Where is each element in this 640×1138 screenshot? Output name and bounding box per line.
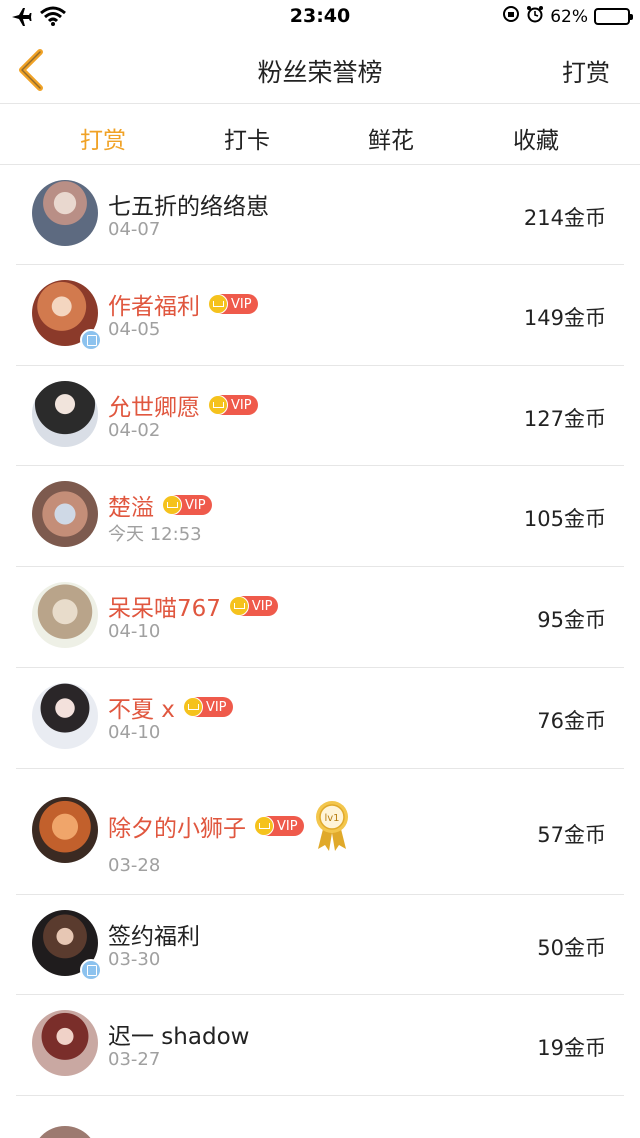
vip-badge: VIP — [208, 294, 258, 314]
coin-amount: 105金币 — [523, 507, 606, 531]
tab-bar: 打赏 打卡 鲜花 收藏 — [0, 105, 640, 165]
vip-badge: VIP — [182, 697, 233, 717]
nav-bar: 粉丝荣誉榜 打赏 — [0, 36, 640, 104]
tab-tip[interactable]: 打赏 — [53, 121, 153, 155]
user-name[interactable]: 不夏 x — [108, 690, 175, 724]
crown-icon — [182, 697, 203, 717]
tip-button[interactable]: 打赏 — [562, 53, 610, 88]
level-medal-icon: lv1 — [314, 799, 350, 853]
avatar[interactable] — [32, 683, 98, 749]
level-label: lv1 — [324, 813, 339, 824]
vip-label: VIP — [205, 699, 227, 715]
coin-amount: 127金币 — [523, 407, 606, 431]
user-name[interactable]: 允世卿愿 — [108, 388, 200, 422]
tab-flowers[interactable]: 鲜花 — [341, 121, 441, 155]
vip-badge: VIP — [162, 495, 212, 515]
tab-favorites[interactable]: 收藏 — [486, 121, 586, 155]
user-name[interactable]: 签约福利 — [108, 917, 200, 951]
date: 03-28 — [108, 855, 161, 876]
user-name[interactable]: 楚溢 — [108, 488, 154, 522]
tab-checkin[interactable]: 打卡 — [197, 121, 297, 155]
date: 04-10 — [108, 722, 161, 743]
coin-amount: 19金币 — [537, 1036, 606, 1060]
coin-amount: 76金币 — [537, 709, 606, 733]
date: 03-30 — [108, 949, 161, 970]
rotation-lock-icon — [502, 5, 520, 28]
date: 04-05 — [108, 319, 161, 340]
page-title: 粉丝荣誉榜 — [257, 58, 383, 87]
coin-amount: 50金币 — [537, 936, 606, 960]
list-item[interactable]: 允世卿愿 VIP 04-02 127金币 — [16, 366, 624, 466]
avatar[interactable] — [32, 1010, 98, 1076]
list-item-partial[interactable] — [16, 1096, 624, 1138]
list-item[interactable]: 七五折的络络崽 04-07 214金币 — [16, 165, 624, 265]
alarm-icon — [526, 5, 544, 28]
coin-amount: 149金币 — [523, 306, 606, 330]
vip-label: VIP — [185, 497, 206, 513]
coin-amount: 57金币 — [537, 823, 606, 847]
list-item[interactable]: 除夕的小狮子 VIP lv1 03-28 57金币 — [16, 769, 624, 895]
vip-badge: VIP — [228, 596, 279, 616]
date: 04-07 — [108, 219, 161, 240]
author-badge-icon — [80, 959, 102, 981]
crown-icon — [208, 294, 228, 314]
avatar[interactable] — [32, 1126, 98, 1138]
list-item[interactable]: 作者福利 VIP 04-05 149金币 — [16, 265, 624, 366]
user-name[interactable]: 迟一 shadow — [108, 1017, 249, 1051]
user-name[interactable]: 呆呆喵767 — [108, 589, 221, 623]
author-badge-icon — [80, 329, 102, 351]
vip-label: VIP — [277, 818, 298, 834]
avatar[interactable] — [32, 180, 98, 246]
coin-amount: 95金币 — [537, 608, 606, 632]
avatar[interactable] — [32, 582, 98, 648]
crown-icon — [208, 395, 228, 415]
date: 04-02 — [108, 420, 161, 441]
list-item[interactable]: 迟一 shadow 03-27 19金币 — [16, 995, 624, 1096]
user-name[interactable]: 作者福利 — [108, 287, 200, 321]
vip-label: VIP — [251, 598, 273, 614]
battery-percent: 62% — [550, 6, 588, 27]
vip-badge: VIP — [254, 816, 304, 836]
crown-icon — [162, 495, 182, 515]
status-bar: 23:40 62% — [0, 0, 640, 36]
date: 03-27 — [108, 1049, 161, 1070]
crown-icon — [228, 596, 249, 616]
user-name[interactable]: 七五折的络络崽 — [108, 187, 269, 221]
user-name[interactable]: 除夕的小狮子 — [108, 809, 246, 843]
list-item[interactable]: 楚溢 VIP 今天 12:53 105金币 — [16, 466, 624, 567]
date: 今天 12:53 — [108, 524, 202, 545]
list-item[interactable]: 不夏 x VIP 04-10 76金币 — [16, 668, 624, 769]
avatar[interactable] — [32, 481, 98, 547]
crown-icon — [254, 816, 274, 836]
coin-amount: 214金币 — [523, 206, 606, 230]
vip-label: VIP — [231, 397, 252, 413]
list-item[interactable]: 呆呆喵767 VIP 04-10 95金币 — [16, 567, 624, 668]
vip-badge: VIP — [208, 395, 258, 415]
date: 04-10 — [108, 621, 161, 642]
list-item[interactable]: 签约福利 03-30 50金币 — [16, 895, 624, 995]
battery-icon — [594, 8, 633, 25]
vip-label: VIP — [231, 296, 252, 312]
avatar[interactable] — [32, 381, 98, 447]
avatar[interactable] — [32, 797, 98, 863]
